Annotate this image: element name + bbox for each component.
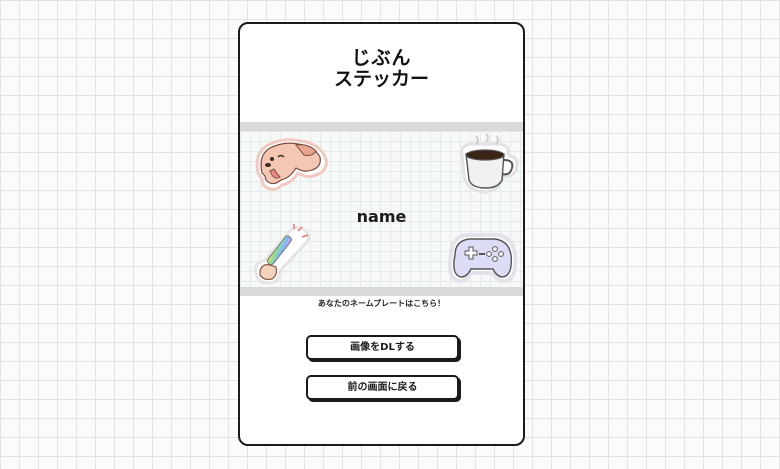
penlight-sticker (250, 223, 316, 287)
download-image-button[interactable]: 画像をDLする (306, 335, 459, 360)
nameplate-card: じぶん ステッカー name あなたのネームプレートはこちら！ 画像をDLする … (238, 22, 525, 446)
dog-sticker (248, 133, 330, 195)
plate-caption: あなたのネームプレートはこちら！ (317, 299, 446, 308)
back-button[interactable]: 前の画面に戻る (306, 375, 459, 400)
name-plate: name (240, 122, 523, 296)
logo-line-1: じぶん (351, 47, 412, 69)
app-logo: じぶん ステッカー (240, 48, 523, 90)
logo-line-2: ステッカー (333, 68, 429, 90)
gamepad-sticker (441, 223, 523, 287)
coffee-sticker (454, 132, 520, 196)
